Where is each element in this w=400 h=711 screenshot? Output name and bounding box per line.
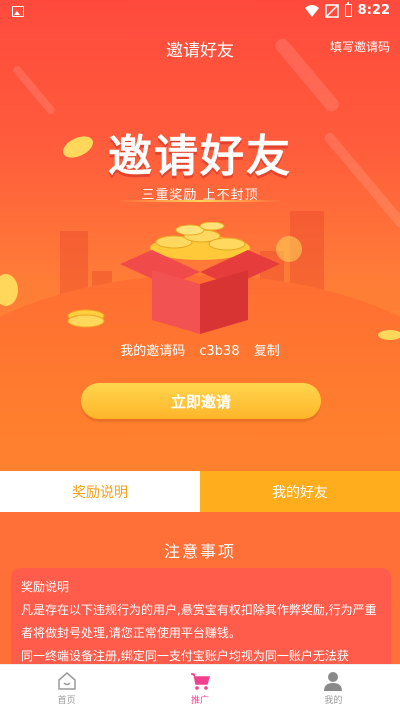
invite-code-value: c3b38 (199, 344, 240, 359)
nav-mine-label: 我的 (324, 696, 343, 706)
tab-my-friends[interactable]: 我的好友 (200, 471, 400, 512)
battery-icon (344, 2, 352, 17)
wifi-icon (304, 4, 319, 17)
notice-title: 注意事项 (163, 542, 236, 561)
invite-code-label: 我的邀请码 (120, 344, 186, 359)
nav-promote-label: 推广 (190, 696, 209, 706)
invite-now-button[interactable]: 立即邀请 (81, 383, 321, 419)
hero-title: 邀请好友 (108, 131, 292, 182)
title-bar: 邀请好友 填写邀请码 (0, 24, 400, 68)
coin-icon (0, 274, 18, 306)
no-signal-icon (324, 3, 339, 18)
clock: 8:22 (357, 3, 390, 18)
nav-promote[interactable]: 推广 (133, 665, 266, 711)
status-bar: 8:22 (0, 0, 400, 24)
tab-bar: 奖励说明 我的好友 (0, 471, 400, 512)
coin-icon (67, 309, 105, 328)
subtitle-underline (118, 200, 282, 202)
invite-code-row: 我的邀请码 c3b38 复制 (0, 340, 400, 359)
cart-icon (190, 673, 210, 690)
notice-heading: 奖励说明 (21, 580, 70, 594)
notice-section: 注意事项 奖励说明 凡是存在以下违规行为的用户,悬赏宝有权扣除其作弊奖励,行为严… (0, 512, 400, 688)
nav-mine[interactable]: 我的 (267, 665, 400, 711)
nav-home-label: 首页 (57, 696, 76, 706)
decor-streak (11, 64, 57, 116)
copy-code-button[interactable]: 复制 (254, 344, 280, 359)
bottom-nav: 首页 推广 我的 (0, 664, 400, 711)
home-icon (57, 672, 76, 690)
image-notification-icon (12, 6, 24, 17)
gift-box-icon (120, 222, 280, 334)
notice-paragraph: 凡是存在以下违规行为的用户,悬赏宝有权扣除其作弊奖励,行为严重者将做封号处理,请… (21, 603, 377, 640)
nav-home[interactable]: 首页 (0, 665, 133, 711)
user-icon (324, 672, 343, 691)
tab-reward-info[interactable]: 奖励说明 (0, 471, 200, 512)
fill-invite-code-link[interactable]: 填写邀请码 (330, 38, 390, 55)
